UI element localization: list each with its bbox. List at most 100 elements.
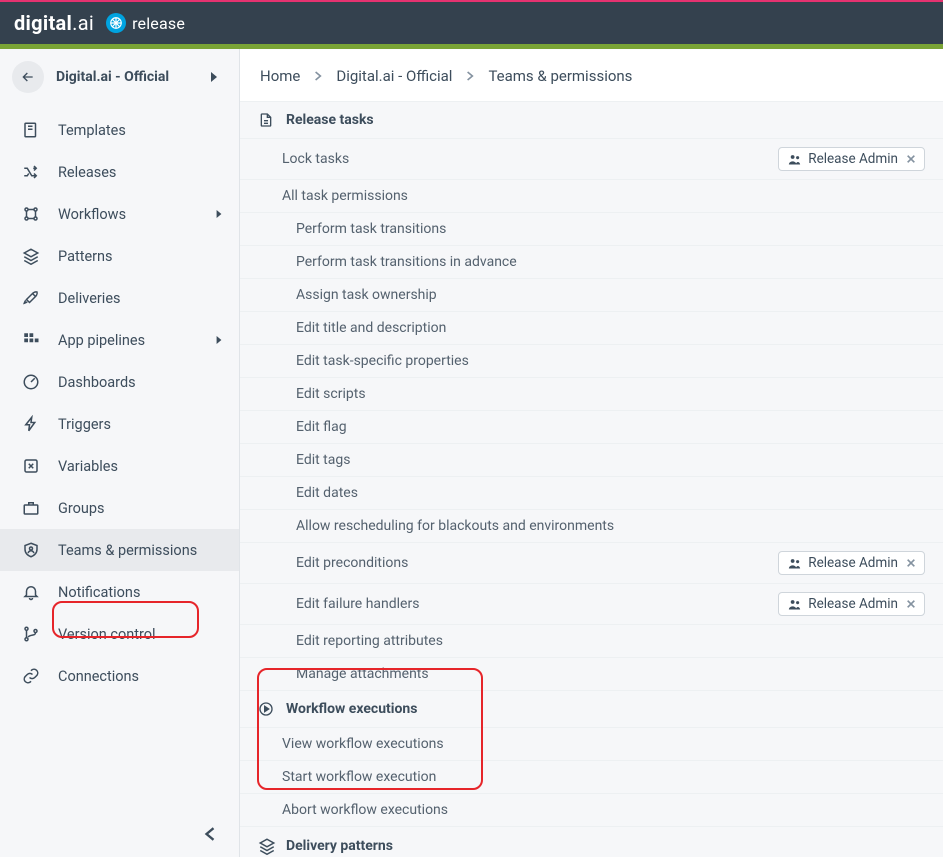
permission-subrow[interactable]: Perform task transitions xyxy=(240,213,943,246)
permission-subrow[interactable]: Edit tags xyxy=(240,444,943,477)
permission-subrow[interactable]: Edit title and description xyxy=(240,312,943,345)
grid-icon xyxy=(22,331,40,349)
sidebar-item-version-control[interactable]: Version control xyxy=(0,613,239,655)
permission-subrow[interactable]: Edit flag xyxy=(240,411,943,444)
permission-row[interactable]: Lock tasks Release Admin xyxy=(240,139,943,180)
chevron-right-icon xyxy=(314,71,322,81)
people-icon xyxy=(787,556,802,571)
permission-subrow[interactable]: Edit task-specific properties xyxy=(240,345,943,378)
sidebar-item-templates[interactable]: Templates xyxy=(0,109,239,151)
people-icon xyxy=(787,597,802,612)
permission-row[interactable]: All task permissions xyxy=(240,180,943,213)
permission-subrow[interactable]: Edit failure handlers Release Admin xyxy=(240,584,943,625)
permission-row[interactable]: Start workflow execution xyxy=(240,761,943,794)
sidebar-item-connections[interactable]: Connections xyxy=(0,655,239,697)
permission-label: Lock tasks xyxy=(282,151,778,167)
sidebar-expand-button[interactable] xyxy=(209,71,225,83)
shuffle-icon xyxy=(22,163,40,181)
back-button[interactable] xyxy=(12,61,44,93)
permission-label: Edit failure handlers xyxy=(296,596,778,612)
caret-right-icon xyxy=(215,335,225,345)
layers-icon xyxy=(258,837,276,855)
link-icon xyxy=(22,667,40,685)
chip-remove[interactable] xyxy=(906,154,916,164)
chip-label: Release Admin xyxy=(808,151,898,167)
workflow-icon xyxy=(22,205,40,223)
sidebar-title: Digital.ai - Official xyxy=(56,69,209,85)
permission-label: Allow rescheduling for blackouts and env… xyxy=(296,518,925,534)
permission-row[interactable]: Abort workflow executions xyxy=(240,794,943,827)
layers-icon xyxy=(22,247,40,265)
sidebar-item-triggers[interactable]: Triggers xyxy=(0,403,239,445)
sidebar-item-notifications[interactable]: Notifications xyxy=(0,571,239,613)
permission-label: Edit reporting attributes xyxy=(296,633,925,649)
sidebar-item-label: Notifications xyxy=(58,584,225,601)
sidebar-item-label: Teams & permissions xyxy=(58,542,225,559)
permission-subrow[interactable]: Allow rescheduling for blackouts and env… xyxy=(240,510,943,543)
sidebar-item-label: Deliveries xyxy=(58,290,225,307)
chip-label: Release Admin xyxy=(808,555,898,571)
sidebar-item-app-pipelines[interactable]: App pipelines xyxy=(0,319,239,361)
permission-label: All task permissions xyxy=(282,188,925,204)
sidebar-item-label: Version control xyxy=(58,626,225,643)
sidebar-item-releases[interactable]: Releases xyxy=(0,151,239,193)
permission-label: Edit tags xyxy=(296,452,925,468)
x-box-icon xyxy=(22,457,40,475)
breadcrumb: Home Digital.ai - Official Teams & permiss… xyxy=(240,49,943,102)
permission-label: Edit dates xyxy=(296,485,925,501)
permission-chip[interactable]: Release Admin xyxy=(778,592,925,616)
brand-logo: digital.ai xyxy=(14,11,94,35)
topbar: digital.ai release xyxy=(0,0,943,44)
sidebar-item-label: Templates xyxy=(58,122,225,139)
permission-row[interactable]: View workflow executions xyxy=(240,728,943,761)
chevron-left-icon xyxy=(204,827,216,841)
bell-icon xyxy=(22,583,40,601)
sidebar-item-label: Variables xyxy=(58,458,225,475)
permission-subrow[interactable]: Edit reporting attributes xyxy=(240,625,943,658)
permission-label: Perform task transitions in advance xyxy=(296,254,925,270)
permission-label: Edit scripts xyxy=(296,386,925,402)
permission-chip[interactable]: Release Admin xyxy=(778,147,925,171)
section-header: Workflow executions xyxy=(240,691,943,728)
permission-label: Edit task-specific properties xyxy=(296,353,925,369)
sidebar-item-label: Releases xyxy=(58,164,225,181)
close-icon xyxy=(906,154,916,164)
caret-right-icon xyxy=(209,71,219,83)
permission-label: Assign task ownership xyxy=(296,287,925,303)
arrow-left-icon xyxy=(20,69,36,85)
release-icon xyxy=(106,13,126,33)
permission-subrow[interactable]: Perform task transitions in advance xyxy=(240,246,943,279)
sidebar-header: Digital.ai - Official xyxy=(0,49,239,105)
section-header: Delivery patterns xyxy=(240,827,943,857)
permission-subrow[interactable]: Edit preconditions Release Admin xyxy=(240,543,943,584)
bolt-icon xyxy=(22,415,40,433)
breadcrumb-item[interactable]: Home xyxy=(260,67,300,85)
permission-subrow[interactable]: Edit scripts xyxy=(240,378,943,411)
permission-label: Edit preconditions xyxy=(296,555,778,571)
permission-label: View workflow executions xyxy=(282,736,925,752)
breadcrumb-item[interactable]: Digital.ai - Official xyxy=(336,67,452,85)
permission-label: Edit flag xyxy=(296,419,925,435)
section-title: Workflow executions xyxy=(286,701,417,717)
sidebar-nav: Templates Releases Workflows Patterns De… xyxy=(0,105,239,697)
chip-remove[interactable] xyxy=(906,599,916,609)
permission-subrow[interactable]: Edit dates xyxy=(240,477,943,510)
sidebar-item-workflows[interactable]: Workflows xyxy=(0,193,239,235)
sidebar-item-label: App pipelines xyxy=(58,332,215,349)
sidebar-item-deliveries[interactable]: Deliveries xyxy=(0,277,239,319)
people-icon xyxy=(787,152,802,167)
permission-subrow[interactable]: Assign task ownership xyxy=(240,279,943,312)
sidebar-collapse-button[interactable] xyxy=(199,823,221,845)
permission-label: Perform task transitions xyxy=(296,221,925,237)
sidebar-item-patterns[interactable]: Patterns xyxy=(0,235,239,277)
template-icon xyxy=(22,121,40,139)
sidebar-item-dashboards[interactable]: Dashboards xyxy=(0,361,239,403)
close-icon xyxy=(906,558,916,568)
permission-subrow[interactable]: Manage attachments xyxy=(240,658,943,691)
breadcrumb-item[interactable]: Teams & permissions xyxy=(488,67,632,85)
sidebar-item-groups[interactable]: Groups xyxy=(0,487,239,529)
sidebar-item-teams-permissions[interactable]: Teams & permissions xyxy=(0,529,239,571)
permission-chip[interactable]: Release Admin xyxy=(778,551,925,575)
chip-remove[interactable] xyxy=(906,558,916,568)
sidebar-item-variables[interactable]: Variables xyxy=(0,445,239,487)
